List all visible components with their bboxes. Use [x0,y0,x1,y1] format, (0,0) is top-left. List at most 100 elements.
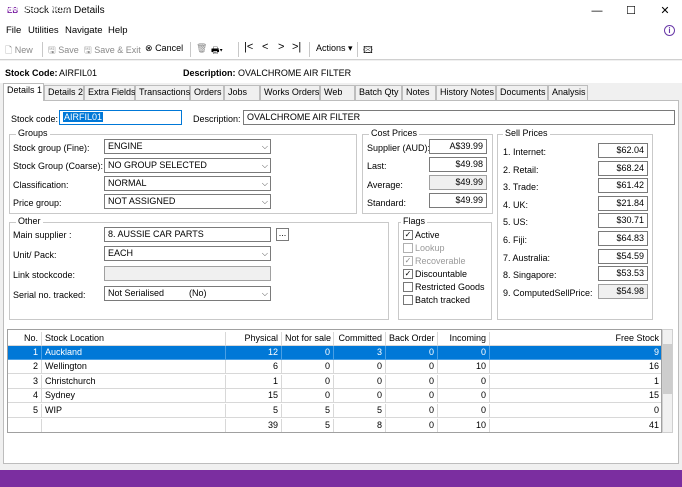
toolbar-separator [238,42,239,57]
main-supplier-input[interactable]: 8. AUSSIE CAR PARTS [104,227,271,242]
column-header[interactable]: Free Stock [490,332,661,346]
grid-cell: 0 [282,374,334,389]
sell-price-input[interactable]: $62.04 [598,143,648,158]
column-header[interactable]: No. [8,332,42,346]
flag-checkbox[interactable]: ✓ [403,269,413,279]
tab-web[interactable]: Web [320,85,355,100]
save-exit-button[interactable]: 🖫 Save & Exit [84,43,141,59]
menu-file[interactable]: File [6,25,21,36]
grid-scrollbar-thumb[interactable] [663,344,672,394]
stock-group-coarse-select[interactable]: NO GROUP SELECTED ⌵ [104,158,271,173]
cost-average-value: $49.99 [429,175,487,190]
table-row[interactable]: 2 Wellington 6 0 0 0 10 16 [8,360,661,375]
column-header[interactable]: Physical [226,332,282,346]
tab-details-1[interactable]: Details 1 [3,83,44,101]
maximize-button[interactable]: ☐ [614,0,648,22]
column-header[interactable]: Not for sale [282,332,334,346]
unit-pack-select[interactable]: EACH ⌵ [104,246,271,261]
column-header[interactable]: Back Order [386,332,438,346]
grid-cell: 0 [386,360,438,375]
sell-price-label: 1. Internet: [503,147,547,157]
tab-history-notes[interactable]: History Notes [436,85,496,100]
column-header[interactable]: Stock Location [42,332,226,346]
stock-location-grid[interactable]: No. Stock Location Physical Not for sale Com… [7,329,662,433]
actions-button[interactable]: Actions ▾ [316,43,353,54]
tab-extra-fields[interactable]: Extra Fields [84,85,136,100]
menu-navigate[interactable]: Navigate [65,25,103,36]
sell-price-input[interactable]: $30.71 [598,213,648,229]
flag-checkbox[interactable] [403,295,413,305]
table-row[interactable]: 3 Christchurch 1 0 0 0 0 1 [8,374,661,389]
tab-transactions[interactable]: Transactions [135,85,190,100]
tab-analysis[interactable]: Analysis [548,85,588,100]
stock-group-fine-label: Stock group (Fine): [13,143,90,153]
totals-row[interactable]: 39 5 8 0 10 41 [8,419,661,432]
table-row[interactable]: 4 Sydney 15 0 0 0 0 15 [8,389,661,404]
image-button[interactable]: 🖾 [363,43,373,59]
grid-cell: 0 [282,360,334,375]
column-header[interactable]: Committed [334,332,386,346]
menu-utilities[interactable]: Utilities [28,25,59,36]
cost-average-label: Average: [367,180,403,190]
supplier-lookup-button[interactable]: ... [276,228,289,241]
last-record-button[interactable]: >| [292,41,301,53]
stock-code-label: Stock code: [11,114,59,124]
sell-price-input[interactable]: $21.84 [598,195,648,211]
cost-prices-title: Cost Prices [369,128,420,138]
sell-price-input[interactable]: $53.53 [598,266,648,282]
column-header[interactable]: Incoming [438,332,490,346]
flag-checkbox[interactable]: ✓ [403,230,413,240]
sell-price-input[interactable]: $61.42 [598,178,648,194]
stock-group-fine-select[interactable]: ENGINE ⌵ [104,139,271,154]
tab-jobs[interactable]: Jobs [224,85,260,100]
classification-select[interactable]: NORMAL ⌵ [104,176,271,191]
cost-last-input[interactable]: $49.98 [429,157,487,172]
tab-orders[interactable]: Orders [190,85,224,100]
menu-help[interactable]: Help [108,25,128,36]
info-icon[interactable]: i [664,25,675,36]
tab-documents[interactable]: Documents [496,85,548,100]
link-stockcode-input[interactable] [104,266,271,281]
delete-button[interactable]: 🗑 [196,43,207,54]
serial-tracked-select[interactable]: Not Serialised (No) ⌵ [104,286,271,301]
cost-supplier-input[interactable]: A$39.99 [429,139,487,154]
tab-works-orders[interactable]: Works Orders [260,85,320,100]
chevron-down-icon: ⌵ [261,289,268,298]
cost-standard-input[interactable]: $49.99 [429,193,487,208]
cancel-button[interactable]: ⊗ Cancel [145,43,183,54]
grid-cell: 1 [490,375,661,389]
stock-code-input[interactable]: AIRFIL01 [59,110,182,125]
sell-price-input[interactable]: $54.59 [598,248,648,264]
print-button[interactable]: 🖶▾ [211,43,223,59]
flag-checkbox[interactable] [403,243,413,253]
grid-cell: 6 [226,360,282,375]
last-icon: >| [292,41,302,53]
flag-checkbox[interactable]: ✓ [403,256,413,266]
toolbar-separator [357,42,358,57]
tab-notes[interactable]: Notes [402,85,436,100]
link-stockcode-label: Link stockcode: [13,270,76,280]
sell-price-input[interactable]: $68.24 [598,160,648,176]
first-record-button[interactable]: |< [244,41,253,53]
grid-cell: 41 [490,419,661,432]
new-button[interactable]: 🗋 New [5,43,33,59]
sell-price-label: 4. UK: [503,199,529,210]
minimize-button[interactable]: — [580,0,614,22]
next-record-button[interactable]: > [278,41,284,53]
sell-price-input[interactable]: $64.83 [598,231,648,246]
grid-cell: 9 [490,346,661,360]
grid-cell: 15 [226,389,282,404]
tab-batch-qty[interactable]: Batch Qty [355,85,402,100]
tab-details-2[interactable]: Details 2 [44,85,84,100]
grid-cell: 0 [386,403,438,418]
toolbar-separator [309,42,310,57]
flag-checkbox[interactable] [403,282,413,292]
price-group-select[interactable]: NOT ASSIGNED ⌵ [104,194,271,209]
close-button[interactable]: ✕ [648,0,682,22]
description-input[interactable]: OVALCHROME AIR FILTER [243,110,675,125]
table-row[interactable]: 5 WIP 5 5 5 0 0 0 [8,403,661,418]
disk-icon: 🖫 [48,45,56,55]
save-button[interactable]: 🖫 Save [48,43,79,59]
previous-record-button[interactable]: < [262,41,268,53]
table-row[interactable]: 1 Auckland 12 0 3 0 0 9 [8,346,661,360]
